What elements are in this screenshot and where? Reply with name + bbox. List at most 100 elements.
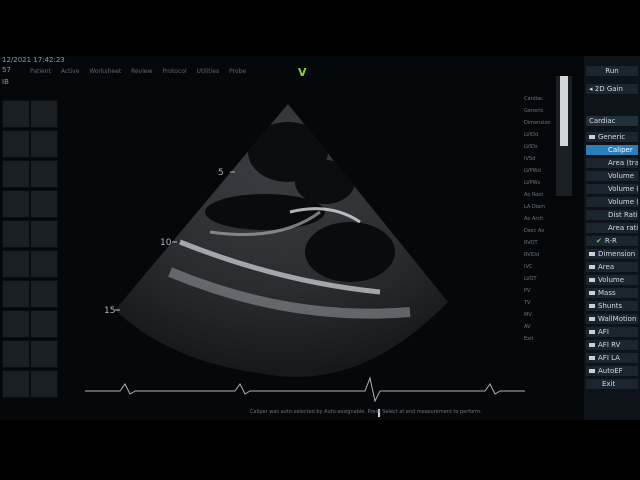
menu-item[interactable]: Desc Ao <box>524 228 574 236</box>
gain-button[interactable]: ◂ 2D Gain <box>586 84 638 95</box>
ultrasound-sector-image[interactable] <box>60 92 520 412</box>
menu-item[interactable]: Exit <box>524 336 574 344</box>
folder-icon <box>589 369 595 373</box>
header-line-1: 57 <box>2 66 11 74</box>
clip-thumbnail[interactable] <box>2 160 30 188</box>
toolbar-item[interactable]: Active <box>61 68 80 75</box>
menu-afi-rv[interactable]: AFI RV <box>586 340 638 351</box>
clip-thumbnail[interactable] <box>30 370 58 398</box>
menu-area-trace[interactable]: Area (trace) <box>586 158 638 169</box>
menu-afi-rv-label: AFI RV <box>598 341 621 349</box>
clip-thumbnail[interactable] <box>2 340 30 368</box>
clip-thumbnail[interactable] <box>2 370 30 398</box>
clip-thumbnail[interactable] <box>2 250 30 278</box>
menu-afi[interactable]: AFI <box>586 327 638 338</box>
menu-autoef-label: AutoEF <box>598 367 623 375</box>
clip-thumbnail[interactable] <box>30 310 58 338</box>
folder-open-icon <box>589 135 595 139</box>
status-bar: Caliper was auto-selected by Auto-assign… <box>250 409 482 415</box>
depth-label: 5 <box>218 168 224 178</box>
menu-item[interactable]: IVC <box>524 264 574 272</box>
menu-rr-label: R-R <box>604 237 617 245</box>
menu-volume[interactable]: Volume <box>586 171 638 182</box>
folder-icon <box>589 330 595 334</box>
clip-thumbnail[interactable] <box>30 160 58 188</box>
clip-thumbnail[interactable] <box>2 310 30 338</box>
menu-item[interactable]: AV <box>524 324 574 332</box>
menu-item[interactable]: Ao Arch <box>524 216 574 224</box>
clip-thumbnail[interactable] <box>2 190 30 218</box>
clip-thumbnail[interactable] <box>30 100 58 128</box>
depth-label: 15 <box>104 306 116 316</box>
menu-rr[interactable]: ✔ R-R <box>586 236 638 247</box>
toolbar-item[interactable]: Protocol <box>162 68 186 75</box>
clip-thumbnails <box>0 92 58 420</box>
clip-thumbnail[interactable] <box>2 100 30 128</box>
menu-item[interactable]: TV <box>524 300 574 308</box>
toolbar-item[interactable]: Patient <box>30 68 51 75</box>
menu-shunts-label: Shunts <box>598 302 623 310</box>
gain-label: 2D Gain <box>594 85 623 93</box>
clip-thumbnail[interactable] <box>30 340 58 368</box>
menu-volume-al[interactable]: Volume (A-L) <box>586 184 638 195</box>
menu-item[interactable]: RVOT <box>524 240 574 248</box>
menu-generic-label: Generic <box>598 133 626 141</box>
menu-wallmotion[interactable]: WallMotion <box>586 314 638 325</box>
clip-thumbnail[interactable] <box>2 220 30 248</box>
menu-generic[interactable]: Generic <box>586 132 638 143</box>
menu-dimension-label: Dimension <box>598 250 636 258</box>
folder-icon <box>589 343 595 347</box>
folder-icon <box>589 278 595 282</box>
menu-exit[interactable]: Exit <box>586 379 638 390</box>
left-atrium <box>305 222 395 282</box>
menu-afi-la[interactable]: AFI LA <box>586 353 638 364</box>
menu-wallmotion-label: WallMotion <box>598 315 637 323</box>
header-line-2: IB <box>2 78 9 86</box>
folder-icon <box>589 317 595 321</box>
folder-icon <box>589 291 595 295</box>
clip-thumbnail[interactable] <box>2 280 30 308</box>
menu-mass[interactable]: Mass <box>586 288 638 299</box>
folder-icon <box>589 356 595 360</box>
menu-shunts[interactable]: Shunts <box>586 301 638 312</box>
menu-afi-la-label: AFI LA <box>598 354 620 362</box>
clip-thumbnail[interactable] <box>2 130 30 158</box>
clip-thumbnail[interactable] <box>30 250 58 278</box>
menu-volume-folder[interactable]: Volume <box>586 275 638 286</box>
depth-label: 10 <box>160 238 172 248</box>
clip-thumbnail[interactable] <box>30 220 58 248</box>
menu-item[interactable]: PV <box>524 288 574 296</box>
clip-thumbnail[interactable] <box>30 280 58 308</box>
clip-thumbnail[interactable] <box>30 190 58 218</box>
toolbar-item[interactable]: Probe <box>229 68 246 75</box>
folder-icon <box>589 304 595 308</box>
menu-area-ratio[interactable]: Area ratio <box>586 223 638 234</box>
menu-autoef[interactable]: AutoEF <box>586 366 638 377</box>
toolbar-item[interactable]: Review <box>131 68 152 75</box>
ecg-trace <box>85 376 525 403</box>
folder-icon <box>589 265 595 269</box>
run-button[interactable]: Run <box>586 66 638 77</box>
menu-afi-label: AFI <box>598 328 609 336</box>
menu-area-label: Area <box>598 263 615 271</box>
gain-scroll-thumb[interactable] <box>560 76 568 146</box>
menu-caliper[interactable]: Caliper <box>586 145 638 156</box>
menu-item[interactable]: RVIDd <box>524 252 574 260</box>
folder-icon <box>589 252 595 256</box>
check-icon: ✔ <box>596 237 602 245</box>
top-toolbar: Patient Active Worksheet Review Protocol… <box>30 68 330 78</box>
menu-mass-label: Mass <box>598 289 616 297</box>
clip-thumbnail[interactable] <box>30 130 58 158</box>
ultrasound-screen: 12/2021 17:42:23 57 IB Patient Active Wo… <box>0 56 640 420</box>
menu-item[interactable]: LA Diam <box>524 204 574 212</box>
menu-cardiac[interactable]: Cardiac <box>586 116 638 127</box>
toolbar-item[interactable]: Worksheet <box>89 68 121 75</box>
toolbar-item[interactable]: Utilities <box>197 68 220 75</box>
menu-dist-ratio[interactable]: Dist Ratio <box>586 210 638 221</box>
menu-volume-simpson[interactable]: Volume (Simpson) <box>586 197 638 208</box>
menu-area[interactable]: Area <box>586 262 638 273</box>
timestamp: 12/2021 17:42:23 <box>2 56 65 64</box>
menu-item[interactable]: LVOT <box>524 276 574 284</box>
menu-dimension[interactable]: Dimension <box>586 249 638 260</box>
menu-item[interactable]: MV <box>524 312 574 320</box>
